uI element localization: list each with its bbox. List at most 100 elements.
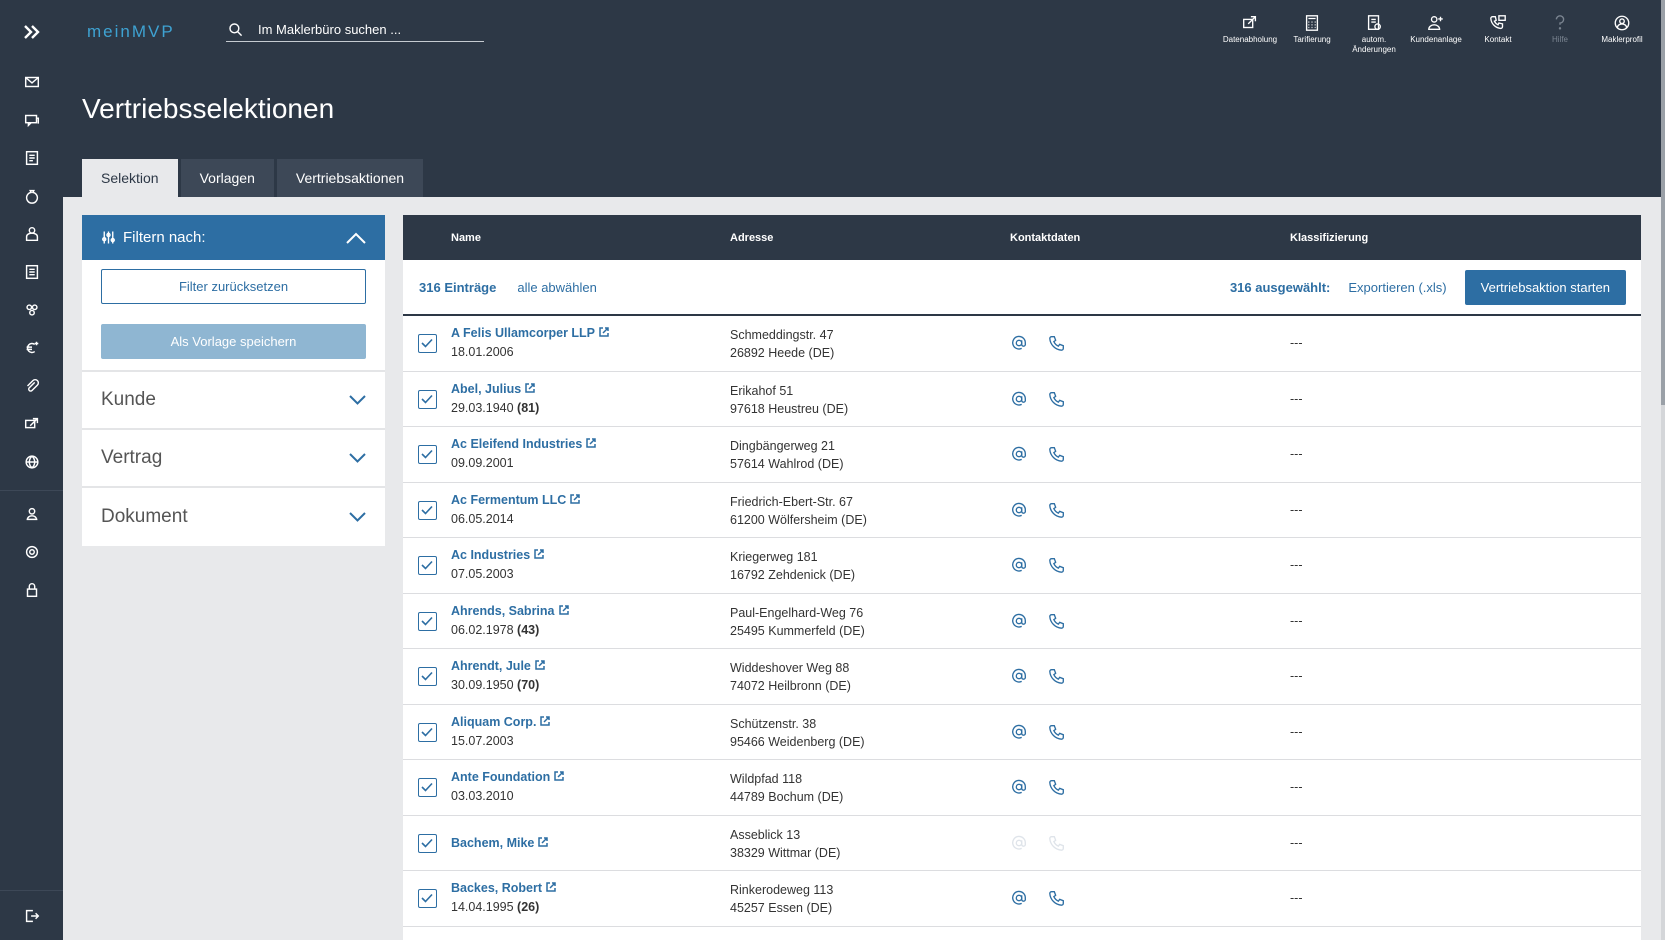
phone-icon[interactable] bbox=[1048, 612, 1066, 630]
rail-contracts[interactable] bbox=[0, 253, 63, 291]
rail-attachments[interactable] bbox=[0, 367, 63, 405]
row-checkbox[interactable] bbox=[418, 889, 437, 908]
external-link-icon[interactable] bbox=[553, 770, 565, 782]
external-link-icon[interactable] bbox=[534, 659, 546, 671]
column-header-address[interactable]: Adresse bbox=[730, 232, 773, 244]
table-row[interactable]: Bachem, Mike Asseblick 13 38329 Wittmar (D… bbox=[403, 816, 1641, 871]
customer-name-link[interactable]: Backes, Robert bbox=[451, 881, 542, 895]
phone-icon[interactable] bbox=[1048, 723, 1066, 741]
external-link-icon[interactable] bbox=[569, 493, 581, 505]
external-link-icon[interactable] bbox=[539, 715, 551, 727]
filter-panel-header[interactable]: Filtern nach: bbox=[82, 215, 385, 260]
row-checkbox[interactable] bbox=[418, 334, 437, 353]
start-sales-action-button[interactable]: Vertriebsaktion starten bbox=[1464, 270, 1626, 305]
row-checkbox[interactable] bbox=[418, 556, 437, 575]
export-xls-link[interactable]: Exportieren (.xls) bbox=[1348, 280, 1446, 295]
table-row[interactable]: Backes, Robert 14.04.1995 (26) Rinkerodewe… bbox=[403, 871, 1641, 927]
rail-mail[interactable] bbox=[0, 63, 63, 101]
column-header-name[interactable]: Name bbox=[451, 232, 481, 244]
external-link-icon[interactable] bbox=[585, 437, 597, 449]
tab-selektion[interactable]: Selektion bbox=[82, 159, 178, 197]
table-row[interactable]: Ac Fermentum LLC 06.05.2014 Friedrich-Eber… bbox=[403, 483, 1641, 538]
column-header-contact[interactable]: Kontaktdaten bbox=[1010, 232, 1080, 244]
rail-settings[interactable] bbox=[0, 533, 63, 571]
header-action-help[interactable]: Hilfe bbox=[1529, 14, 1591, 55]
table-row[interactable]: Abel, Julius 29.03.1940 (81) Erikahof 51 97… bbox=[403, 372, 1641, 427]
phone-icon[interactable] bbox=[1048, 889, 1066, 907]
page-scrollbar[interactable] bbox=[1661, 0, 1665, 940]
customer-name-link[interactable]: Bachem, Mike bbox=[451, 836, 534, 850]
row-checkbox[interactable] bbox=[418, 722, 437, 742]
reset-filter-button[interactable]: Filter zurücksetzen bbox=[101, 269, 366, 304]
rail-web[interactable] bbox=[0, 443, 63, 481]
email-icon[interactable] bbox=[1010, 390, 1028, 408]
customer-name-link[interactable]: Ac Eleifend Industries bbox=[451, 437, 582, 451]
rail-users[interactable] bbox=[0, 495, 63, 533]
external-link-icon[interactable] bbox=[524, 382, 536, 394]
row-checkbox[interactable] bbox=[418, 389, 437, 409]
rail-documents[interactable] bbox=[0, 139, 63, 177]
row-checkbox[interactable] bbox=[418, 833, 437, 853]
expand-rail-button[interactable] bbox=[0, 0, 63, 63]
table-row[interactable]: Aliquam Corp. 15.07.2003 Schützenstr. 38 95… bbox=[403, 705, 1641, 760]
table-row[interactable]: Ac Eleifend Industries 09.09.2001 Dingbäng… bbox=[403, 427, 1641, 483]
search-icon[interactable] bbox=[228, 22, 244, 38]
email-icon[interactable] bbox=[1010, 778, 1028, 796]
column-header-classification[interactable]: Klassifizierung bbox=[1290, 232, 1368, 244]
search-input[interactable] bbox=[258, 22, 478, 37]
accordion-vertrag[interactable]: Vertrag bbox=[82, 430, 385, 488]
logout-button[interactable] bbox=[0, 890, 63, 940]
rail-finance[interactable] bbox=[0, 177, 63, 215]
phone-icon[interactable] bbox=[1048, 445, 1066, 463]
email-icon[interactable] bbox=[1010, 556, 1028, 574]
deselect-all-link[interactable]: alle abwählen bbox=[517, 280, 597, 295]
table-row[interactable]: Ahrends, Sabrina 06.02.1978 (43) Paul-Enge… bbox=[403, 594, 1641, 649]
phone-icon[interactable] bbox=[1048, 667, 1066, 685]
header-action-auto-change[interactable]: autom. Änderungen bbox=[1343, 14, 1405, 55]
accordion-kunde[interactable]: Kunde bbox=[82, 372, 385, 430]
rail-groups[interactable] bbox=[0, 291, 63, 329]
customer-name-link[interactable]: Aliquam Corp. bbox=[451, 715, 536, 729]
row-checkbox[interactable] bbox=[418, 500, 437, 520]
phone-icon[interactable] bbox=[1048, 501, 1066, 519]
customer-name-link[interactable]: Ahrends, Sabrina bbox=[451, 604, 555, 618]
brand-logo[interactable]: meinMVP bbox=[87, 22, 175, 42]
tab-vertriebsaktionen[interactable]: Vertriebsaktionen bbox=[276, 159, 424, 197]
external-link-icon[interactable] bbox=[558, 604, 570, 616]
email-icon[interactable] bbox=[1010, 612, 1028, 630]
email-icon[interactable] bbox=[1010, 723, 1028, 741]
rail-data-transfer[interactable] bbox=[0, 405, 63, 443]
email-icon[interactable] bbox=[1010, 445, 1028, 463]
email-icon[interactable] bbox=[1010, 334, 1028, 352]
customer-name-link[interactable]: Ac Fermentum LLC bbox=[451, 493, 566, 507]
row-checkbox[interactable] bbox=[418, 445, 437, 464]
rail-commission[interactable] bbox=[0, 329, 63, 367]
table-row[interactable]: Ac Industries 07.05.2003 Kriegerweg 181 167… bbox=[403, 538, 1641, 594]
header-action-add-customer[interactable]: Kundenanlage bbox=[1405, 14, 1467, 55]
email-icon[interactable] bbox=[1010, 889, 1028, 907]
header-action-contact[interactable]: Kontakt bbox=[1467, 14, 1529, 55]
header-action-calculator[interactable]: Tarifierung bbox=[1281, 14, 1343, 55]
external-link-icon[interactable] bbox=[598, 326, 610, 338]
row-checkbox[interactable] bbox=[418, 778, 437, 797]
customer-name-link[interactable]: Ante Foundation bbox=[451, 770, 550, 784]
row-checkbox[interactable] bbox=[418, 611, 437, 631]
header-action-broker-profile[interactable]: Maklerprofil bbox=[1591, 14, 1653, 55]
customer-name-link[interactable]: Ac Industries bbox=[451, 548, 530, 562]
accordion-dokument[interactable]: Dokument bbox=[82, 488, 385, 546]
phone-icon[interactable] bbox=[1048, 556, 1066, 574]
scrollbar-thumb[interactable] bbox=[1661, 0, 1665, 405]
phone-icon[interactable] bbox=[1048, 334, 1066, 352]
table-row[interactable]: Ahrendt, Jule 30.09.1950 (70) Widdeshover … bbox=[403, 649, 1641, 705]
email-icon[interactable] bbox=[1010, 667, 1028, 685]
rail-chat[interactable] bbox=[0, 101, 63, 139]
external-link-icon[interactable] bbox=[533, 548, 545, 560]
external-link-icon[interactable] bbox=[545, 881, 557, 893]
phone-icon[interactable] bbox=[1048, 390, 1066, 408]
rail-security[interactable] bbox=[0, 571, 63, 609]
table-row[interactable]: A Felis Ullamcorper LLP 18.01.2006 Schmedd… bbox=[403, 316, 1641, 372]
table-row[interactable]: Ante Foundation 03.03.2010 Wildpfad 118 447… bbox=[403, 760, 1641, 816]
phone-icon[interactable] bbox=[1048, 778, 1066, 796]
customer-name-link[interactable]: Abel, Julius bbox=[451, 382, 521, 396]
rail-customers[interactable] bbox=[0, 215, 63, 253]
